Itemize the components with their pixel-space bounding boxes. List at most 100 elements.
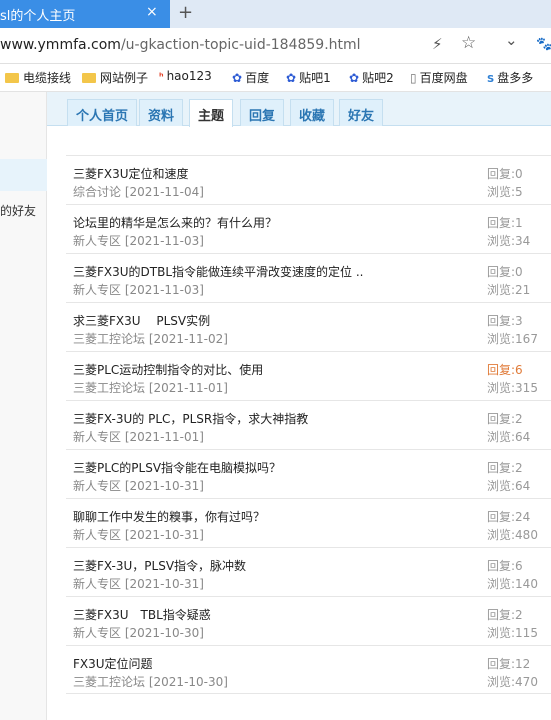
tab-replies[interactable]: 回复 xyxy=(240,99,285,126)
topic-row: 三菱FX3U定位和速度 综合讨论 [2021-11-04] 回复:0 浏览:5 xyxy=(66,155,551,204)
tab-favorites[interactable]: 收藏 xyxy=(290,99,335,126)
url-field[interactable]: www.ymmfa.com/u-gkaction-topic-uid-18485… xyxy=(0,37,361,53)
bookmark-item[interactable]: ✿ 贴吧1 xyxy=(286,69,331,86)
left-sidebar: 的好友 xyxy=(0,92,47,720)
topic-date: [2021-10-31] xyxy=(124,479,204,493)
browser-tab-title: sl的个人主页 xyxy=(0,9,76,24)
topic-meta: 新人专区 [2021-11-01] xyxy=(73,428,204,445)
browser-tab[interactable]: sl的个人主页 × xyxy=(0,0,170,28)
topic-category[interactable]: 新人专区 xyxy=(73,577,121,591)
reply-count: 回复:6 xyxy=(487,363,523,377)
bookmark-item[interactable]: 电缆接线 xyxy=(5,69,71,86)
reply-count: 回复:2 xyxy=(487,608,523,622)
reply-count: 回复:6 xyxy=(487,559,523,573)
topic-meta: 新人专区 [2021-11-03] xyxy=(73,281,204,298)
reply-count: 回复:3 xyxy=(487,314,523,328)
reply-count: 回复:1 xyxy=(487,216,523,230)
topic-title[interactable]: 聊聊工作中发生的糗事，你有过吗？ xyxy=(73,508,265,525)
topic-title[interactable]: 三菱FX-3U，PLSV指令，脉冲数 xyxy=(73,557,246,574)
bookmark-item[interactable]: ✿ 百度 xyxy=(232,69,269,86)
topic-date: [2021-10-31] xyxy=(124,577,204,591)
topic-row: 论坛里的精华是怎么来的？有什么用？ 新人专区 [2021-11-03] 回复:1… xyxy=(66,204,551,253)
topic-row: FX3U定位问题 三菱工控论坛 [2021-10-30] 回复:12 浏览:47… xyxy=(66,645,551,694)
chevron-down-icon[interactable]: ⌄ xyxy=(505,31,518,49)
topic-category[interactable]: 三菱工控论坛 xyxy=(73,675,145,689)
new-tab-button[interactable]: + xyxy=(178,2,193,23)
paw-icon[interactable]: 🐾 xyxy=(536,37,551,52)
view-count: 浏览:480 xyxy=(487,528,538,542)
folder-icon xyxy=(82,73,96,83)
reply-count: 回复:0 xyxy=(487,265,523,279)
topic-title[interactable]: FX3U定位问题 xyxy=(73,655,153,672)
topic-category[interactable]: 新人专区 xyxy=(73,479,121,493)
tab-topics[interactable]: 主题 xyxy=(189,99,234,127)
bookmark-item[interactable]: 网站例子 xyxy=(82,69,148,86)
topic-date: [2021-11-03] xyxy=(124,283,204,297)
bookmark-item[interactable]: ▯ 百度网盘 xyxy=(410,69,468,86)
lightning-icon[interactable]: ⚡ xyxy=(432,35,443,53)
paw-icon: ✿ xyxy=(232,71,243,85)
tab-profile[interactable]: 资料 xyxy=(139,99,184,126)
topic-row: 聊聊工作中发生的糗事，你有过吗？ 新人专区 [2021-10-31] 回复:24… xyxy=(66,498,551,547)
view-count: 浏览:64 xyxy=(487,479,531,493)
reply-count: 回复:0 xyxy=(487,167,523,181)
star-icon[interactable]: ☆ xyxy=(461,33,476,53)
topic-date: [2021-10-31] xyxy=(124,528,204,542)
reply-count: 回复:12 xyxy=(487,657,531,671)
url-path: /u-gkaction-topic-uid-184859.html xyxy=(120,37,361,53)
page-icon: ▯ xyxy=(410,71,417,85)
topic-category[interactable]: 新人专区 xyxy=(73,283,121,297)
bookmarks-bar: 电缆接线 网站例子 ʰ hao123 ✿ 百度 ✿ 贴吧1 ✿ 贴吧2 ▯ 百度网盘 S盘… xyxy=(0,64,551,92)
topic-title[interactable]: 三菱FX3U的DTBL指令能做连续平滑改变速度的定位 .. xyxy=(73,263,363,280)
view-count: 浏览:115 xyxy=(487,626,538,640)
view-count: 浏览:64 xyxy=(487,430,531,444)
view-count: 浏览:315 xyxy=(487,381,538,395)
topic-row: 求三菱FX3U PLSV实例 三菱工控论坛 [2021-11-02] 回复:3 … xyxy=(66,302,551,351)
topic-row: 三菱FX3U TBL指令疑惑 新人专区 [2021-10-30] 回复:2 浏览… xyxy=(66,596,551,645)
tab-friends[interactable]: 好友 xyxy=(339,99,384,126)
paw-icon: ✿ xyxy=(349,71,360,85)
bookmark-item[interactable]: ʰ hao123 xyxy=(159,69,212,83)
topic-category[interactable]: 新人专区 xyxy=(73,430,121,444)
view-count: 浏览:470 xyxy=(487,675,538,689)
browser-tab-bar: sl的个人主页 × + xyxy=(0,0,551,28)
reply-count: 回复:2 xyxy=(487,412,523,426)
hao123-icon: ʰ xyxy=(159,72,164,83)
topic-title[interactable]: 三菱FX3U定位和速度 xyxy=(73,165,189,182)
topic-category[interactable]: 新人专区 xyxy=(73,234,121,248)
topic-title[interactable]: 三菱PLC的PLSV指令能在电脑模拟吗？ xyxy=(73,459,281,476)
topic-row: 三菱PLC运动控制指令的对比、使用 三菱工控论坛 [2021-11-01] 回复… xyxy=(66,351,551,400)
topic-category[interactable]: 综合讨论 xyxy=(73,185,121,199)
reply-count: 回复:2 xyxy=(487,461,523,475)
url-host: www.ymmfa.com xyxy=(0,37,121,53)
close-tab-icon[interactable]: × xyxy=(146,4,158,20)
topic-title[interactable]: 论坛里的精华是怎么来的？有什么用？ xyxy=(73,214,277,231)
topic-meta: 综合讨论 [2021-11-04] xyxy=(73,183,204,200)
topic-date: [2021-11-01] xyxy=(124,430,204,444)
topic-meta: 新人专区 [2021-10-31] xyxy=(73,477,204,494)
sidebar-friends-link[interactable]: 的好友 xyxy=(0,202,36,219)
sidebar-active-item[interactable] xyxy=(0,159,47,191)
address-bar: www.ymmfa.com/u-gkaction-topic-uid-18485… xyxy=(0,28,551,64)
bookmark-item[interactable]: ✿ 贴吧2 xyxy=(349,69,394,86)
topic-category[interactable]: 新人专区 xyxy=(73,528,121,542)
topic-title[interactable]: 三菱FX3U TBL指令疑惑 xyxy=(73,606,211,623)
topic-row: 三菱FX3U的DTBL指令能做连续平滑改变速度的定位 .. 新人专区 [2021… xyxy=(66,253,551,302)
view-count: 浏览:34 xyxy=(487,234,531,248)
topic-category[interactable]: 三菱工控论坛 xyxy=(73,332,145,346)
view-count: 浏览:140 xyxy=(487,577,538,591)
tab-home[interactable]: 个人首页 xyxy=(67,99,138,126)
topic-date: [2021-11-04] xyxy=(124,185,204,199)
topic-meta: 三菱工控论坛 [2021-11-01] xyxy=(73,379,228,396)
topic-title[interactable]: 三菱FX-3U的 PLC，PLSR指令，求大神指教 xyxy=(73,410,308,427)
bookmark-item[interactable]: S 盘多多 xyxy=(487,69,533,86)
topic-meta: 新人专区 [2021-11-03] xyxy=(73,232,204,249)
topic-date: [2021-11-02] xyxy=(148,332,228,346)
topic-category[interactable]: 新人专区 xyxy=(73,626,121,640)
topic-date: [2021-11-01] xyxy=(148,381,228,395)
topic-title[interactable]: 求三菱FX3U PLSV实例 xyxy=(73,312,210,329)
topic-title[interactable]: 三菱PLC运动控制指令的对比、使用 xyxy=(73,361,263,378)
topic-category[interactable]: 三菱工控论坛 xyxy=(73,381,145,395)
view-count: 浏览:21 xyxy=(487,283,531,297)
topic-meta: 新人专区 [2021-10-31] xyxy=(73,575,204,592)
